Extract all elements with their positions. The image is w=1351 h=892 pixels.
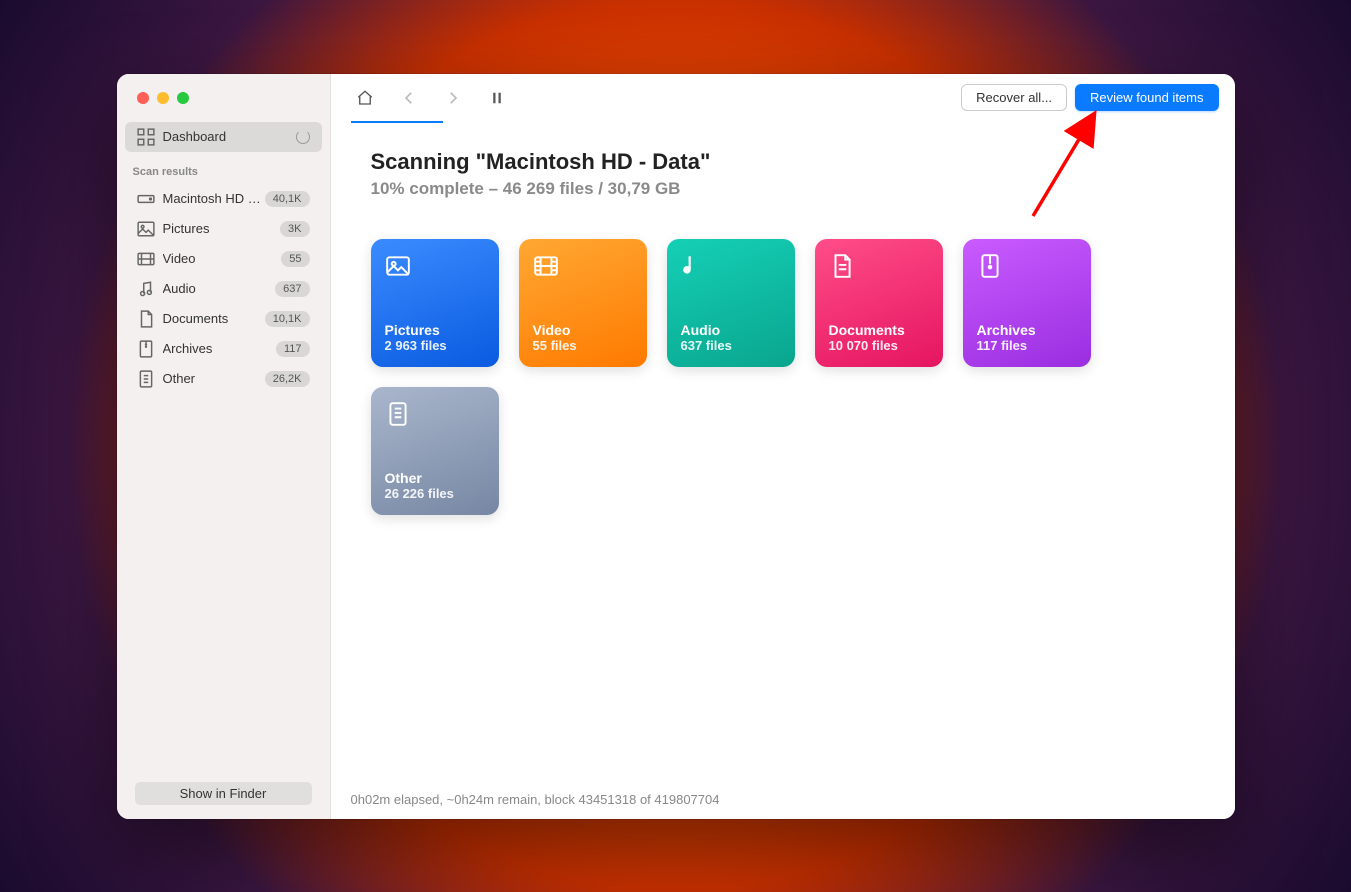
card-subtitle: 10 070 files (829, 338, 929, 353)
maximize-button[interactable] (177, 92, 189, 104)
other-icon (137, 370, 155, 388)
audio-icon (137, 280, 155, 298)
spinner-icon (296, 130, 310, 144)
card-title: Pictures (385, 322, 485, 338)
close-button[interactable] (137, 92, 149, 104)
sidebar-item-label: Other (163, 371, 265, 386)
category-cards: Pictures 2 963 files Video 55 files Audi… (371, 239, 1195, 515)
minimize-button[interactable] (157, 92, 169, 104)
count-badge: 26,2K (265, 371, 310, 387)
card-video[interactable]: Video 55 files (519, 239, 647, 367)
sidebar-item-label: Video (163, 251, 282, 266)
card-subtitle: 2 963 files (385, 338, 485, 353)
app-window: Dashboard Scan results Macintosh HD -… 4… (117, 74, 1235, 819)
archive-icon (137, 340, 155, 358)
sidebar-item-audio[interactable]: Audio 637 (125, 274, 322, 304)
sidebar-item-archives[interactable]: Archives 117 (125, 334, 322, 364)
sidebar-item-label: Macintosh HD -… (163, 191, 265, 206)
card-audio[interactable]: Audio 637 files (667, 239, 795, 367)
sidebar-item-label: Audio (163, 281, 276, 296)
sidebar-section-label: Scan results (117, 152, 330, 184)
sidebar-item-drive[interactable]: Macintosh HD -… 40,1K (125, 184, 322, 214)
card-subtitle: 117 files (977, 338, 1077, 353)
sidebar-item-label: Pictures (163, 221, 281, 236)
other-icon (385, 401, 411, 427)
card-pictures[interactable]: Pictures 2 963 files (371, 239, 499, 367)
window-controls (117, 74, 330, 122)
video-icon (137, 250, 155, 268)
scan-progress-text: 10% complete – 46 269 files / 30,79 GB (371, 179, 1195, 199)
card-archives[interactable]: Archives 117 files (963, 239, 1091, 367)
pause-button[interactable] (479, 84, 515, 112)
page-title: Scanning "Macintosh HD - Data" (371, 149, 1195, 175)
video-icon (533, 253, 559, 279)
sidebar-item-video[interactable]: Video 55 (125, 244, 322, 274)
toolbar: Recover all... Review found items (331, 74, 1235, 122)
count-badge: 55 (281, 251, 309, 267)
sidebar-item-pictures[interactable]: Pictures 3K (125, 214, 322, 244)
count-badge: 3K (280, 221, 309, 237)
sidebar: Dashboard Scan results Macintosh HD -… 4… (117, 74, 331, 819)
home-button[interactable] (347, 84, 383, 112)
count-badge: 637 (275, 281, 309, 297)
status-bar: 0h02m elapsed, ~0h24m remain, block 4345… (331, 780, 1235, 819)
card-documents[interactable]: Documents 10 070 files (815, 239, 943, 367)
card-subtitle: 637 files (681, 338, 781, 353)
card-subtitle: 55 files (533, 338, 633, 353)
review-found-items-button[interactable]: Review found items (1075, 84, 1218, 111)
picture-icon (137, 220, 155, 238)
picture-icon (385, 253, 411, 279)
document-icon (829, 253, 855, 279)
show-in-finder-button[interactable]: Show in Finder (135, 782, 312, 805)
sidebar-item-label: Dashboard (163, 129, 296, 144)
sidebar-item-dashboard[interactable]: Dashboard (125, 122, 322, 152)
count-badge: 40,1K (265, 191, 310, 207)
card-other[interactable]: Other 26 226 files (371, 387, 499, 515)
grid-icon (137, 128, 155, 146)
sidebar-item-documents[interactable]: Documents 10,1K (125, 304, 322, 334)
archive-icon (977, 253, 1003, 279)
card-title: Other (385, 470, 485, 486)
sidebar-item-label: Archives (163, 341, 276, 356)
main-panel: Recover all... Review found items Scanni… (331, 74, 1235, 819)
forward-button[interactable] (435, 84, 471, 112)
back-button[interactable] (391, 84, 427, 112)
card-subtitle: 26 226 files (385, 486, 485, 501)
sidebar-item-other[interactable]: Other 26,2K (125, 364, 322, 394)
card-title: Archives (977, 322, 1077, 338)
card-title: Video (533, 322, 633, 338)
count-badge: 10,1K (265, 311, 310, 327)
content-area: Scanning "Macintosh HD - Data" 10% compl… (331, 123, 1235, 780)
recover-all-button[interactable]: Recover all... (961, 84, 1067, 111)
document-icon (137, 310, 155, 328)
card-title: Documents (829, 322, 929, 338)
card-title: Audio (681, 322, 781, 338)
drive-icon (137, 190, 155, 208)
count-badge: 117 (276, 341, 310, 357)
audio-icon (681, 253, 707, 279)
sidebar-item-label: Documents (163, 311, 265, 326)
